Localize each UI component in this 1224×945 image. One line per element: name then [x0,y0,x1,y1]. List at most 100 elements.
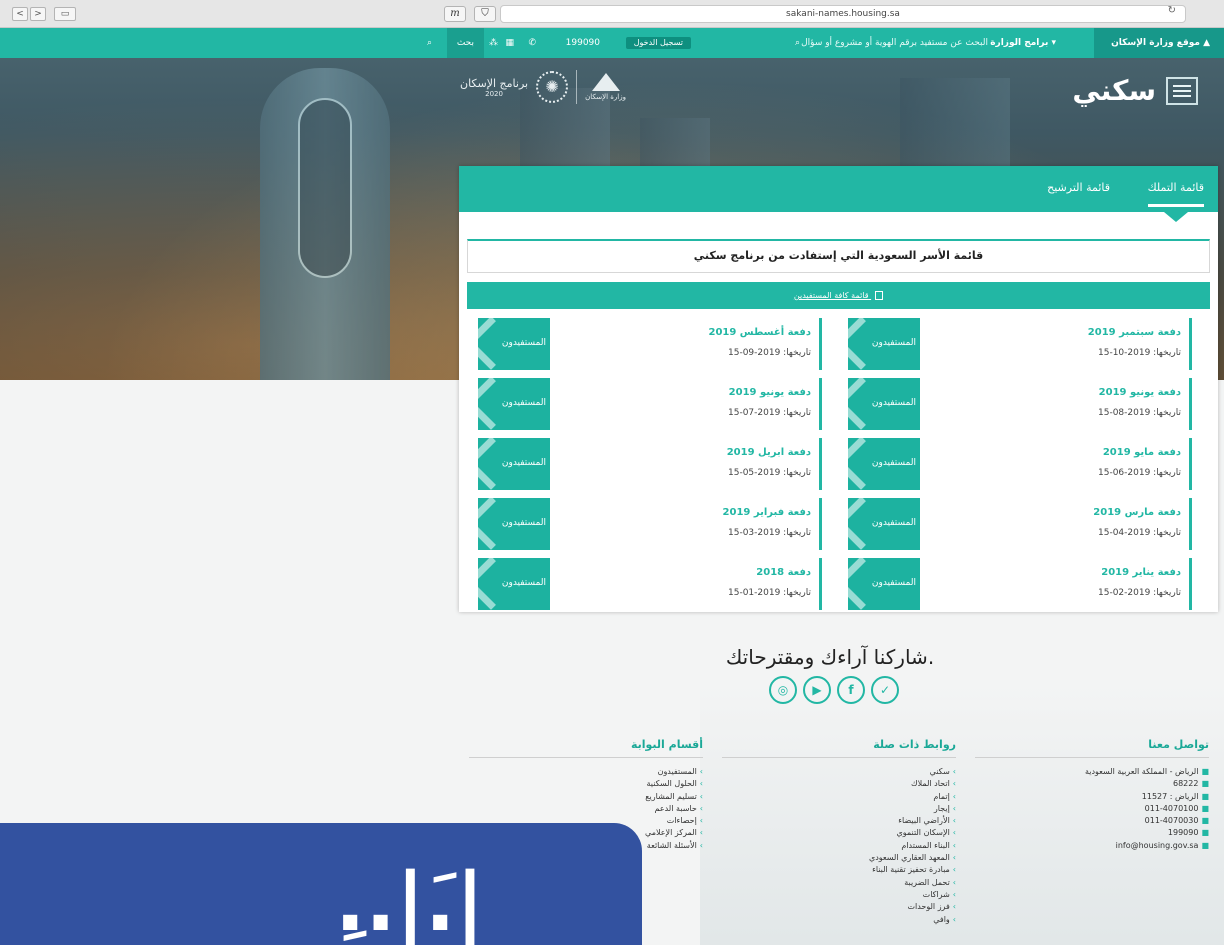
search-icon[interactable]: ⌕ [427,28,432,58]
links-item[interactable]: إتمام ‹ [722,791,956,803]
chevron-left-icon: ‹ [952,914,956,924]
links-item[interactable]: البناء المستدام ‹ [722,840,956,852]
batch-label[interactable]: دفعة ابريل 2019 [727,447,811,458]
chevron-left-icon: ‹ [952,791,956,801]
beneficiaries-button-label: المستفيدون [501,398,546,408]
search-input[interactable]: البحث عن مستفيد برقم الهوية أو مشروع أو … [801,28,988,58]
contact-item: 011-4070030 ■ [975,815,1209,827]
phone-number[interactable]: 199090 [566,28,600,58]
links-item[interactable]: المعهد العقاري السعودي ‹ [722,852,956,864]
beneficiaries-button[interactable]: المستفيدون [848,438,920,490]
instagram-icon[interactable]: ◎ [769,676,797,704]
ministry-link[interactable]: موقع وزارة الإسكان ▲ [1111,28,1210,58]
all-beneficiaries-link[interactable]: قائمة كافة المستفيدين [467,282,1210,309]
links-item[interactable]: فرز الوحدات ‹ [722,901,956,913]
beneficiaries-button-label: المستفيدون [501,458,546,468]
chevron-left-icon: ‹ [952,865,956,875]
links-item[interactable]: تحمل الضريبة ‹ [722,877,956,889]
batch-label[interactable]: دفعة يناير 2019 [1101,567,1181,578]
portal-item[interactable]: المستفيدون ‹ [469,766,703,778]
links-item[interactable]: مبادرة تحفيز تقنية البناء ‹ [722,864,956,876]
portal-item[interactable]: الحلول السكنية ‹ [469,778,704,790]
beneficiaries-button[interactable]: المستفيدون [848,318,920,370]
tab-ownership-list[interactable]: قائمة التملك [1147,181,1204,207]
beneficiaries-button-label: المستفيدون [871,518,916,528]
portal-item[interactable]: حاسبة الدعم ‹ [469,803,704,815]
contact-item-label: 011-4070030 [1144,816,1199,826]
beneficiaries-button[interactable]: المستفيدون [478,498,550,550]
portal-item-label: إحصاءات [666,816,697,826]
address-bar[interactable]: sakani-names.housing.sa [500,5,1186,23]
links-item-label: البناء المستدام [901,840,950,850]
links-item-label: مبادرة تحفيز تقنية البناء [872,865,950,875]
batch-date: تاريخها: 2019-02-15 [1097,588,1181,598]
programs-menu[interactable]: برامج الوزارة ▾ [990,28,1056,58]
links-item-label: إيجار [933,803,950,813]
footer-portal-title: أقسام البوابة [469,738,703,758]
links-item[interactable]: إيجار ‹ [722,803,956,815]
links-item[interactable]: شراكات ‹ [722,889,956,901]
forward-button[interactable]: > [30,7,46,21]
footer-contact-title: تواصل معنا [975,738,1209,758]
login-button[interactable]: تسجيل الدخول [625,37,691,49]
batch-label[interactable]: دفعة مايو 2019 [1103,447,1181,458]
chevron-left-icon: ‹ [699,840,703,850]
extension-button[interactable]: m [444,6,466,22]
beneficiaries-card: قائمة التملك قائمة الترشيح قائمة الأسر ا… [459,166,1218,612]
batch-label[interactable]: دفعة أغسطس 2019 [708,327,811,338]
contact-item-label: 199090 [1167,828,1199,838]
chevron-left-icon: ‹ [952,840,956,850]
beneficiaries-button-label: المستفيدون [501,518,546,528]
beneficiaries-button[interactable]: المستفيدون [478,558,550,610]
tab-nomination-list[interactable]: قائمة الترشيح [1047,181,1110,194]
batch-label[interactable]: دفعة يونيو 2019 [729,387,811,398]
email-icon: ■ [1201,840,1209,850]
beneficiaries-button[interactable]: المستفيدون [478,318,550,370]
links-item[interactable]: سكني ‹ [722,766,956,778]
youtube-icon[interactable]: ▶ [803,676,831,704]
contact-item-label: الرياض : 11527 [1141,791,1199,801]
batch-label[interactable]: دفعة 2018 [756,567,811,578]
links-item-label: تحمل الضريبة [904,877,950,887]
batch-label[interactable]: دفعة مارس 2019 [1093,507,1181,518]
sidebar-toggle-icon[interactable]: ▭ [54,7,76,21]
search-button[interactable]: بحث [446,28,484,58]
beneficiaries-button[interactable]: المستفيدون [848,498,920,550]
contact-item-label: 68222 [1172,779,1199,789]
back-button[interactable]: < [12,7,28,21]
beneficiaries-button[interactable]: المستفيدون [478,378,550,430]
hamburger-menu-icon[interactable] [1166,76,1198,105]
sakani-logo[interactable]: سكني [1072,74,1198,107]
links-item-label: إتمام [933,791,950,801]
batch-label[interactable]: دفعة سبتمبر 2019 [1088,327,1181,338]
calendar-icon[interactable]: ▦ [505,28,514,58]
tab-bar: قائمة التملك قائمة الترشيح [459,166,1218,212]
batch-label[interactable]: دفعة يونيو 2019 [1099,387,1181,398]
sitemap-icon[interactable]: ⁂ [489,28,498,58]
beneficiaries-button[interactable]: المستفيدون [478,438,550,490]
portal-item[interactable]: تسليم المشاريع ‹ [469,791,703,803]
facebook-icon[interactable]: f [837,676,865,704]
beneficiaries-button-label: المستفيدون [871,398,916,408]
links-item[interactable]: وافي ‹ [722,914,956,926]
portal-item-label: تسليم المشاريع [645,791,697,801]
beneficiaries-button[interactable]: المستفيدون [848,558,920,610]
chevron-left-icon: ‹ [952,779,956,789]
contact-item: info@housing.gov.sa ■ [975,840,1209,852]
contact-item-label: 011-4070100 [1144,803,1199,813]
shield-icon[interactable]: ⛉ [474,6,496,22]
beneficiaries-button[interactable]: المستفيدون [848,378,920,430]
search-icon[interactable]: ⌕ [795,28,800,58]
contact-item-label: info@housing.gov.sa [1115,840,1199,850]
reload-icon[interactable]: ↻ [1168,5,1176,16]
twitter-icon[interactable]: ✓ [871,676,899,704]
footer-links-title: روابط ذات صلة [722,738,956,758]
chevron-left-icon: ‹ [699,803,703,813]
chevron-left-icon: ‹ [952,803,956,813]
links-item[interactable]: الإسكان التنموي ‹ [722,827,956,839]
mailbox-icon: ■ [1201,779,1209,789]
links-item[interactable]: اتحاد الملاك ‹ [722,778,956,790]
program-year: 2020 [485,89,503,98]
batch-label[interactable]: دفعة فبراير 2019 [723,507,811,518]
links-item[interactable]: الأراضي البيضاء ‹ [722,815,956,827]
